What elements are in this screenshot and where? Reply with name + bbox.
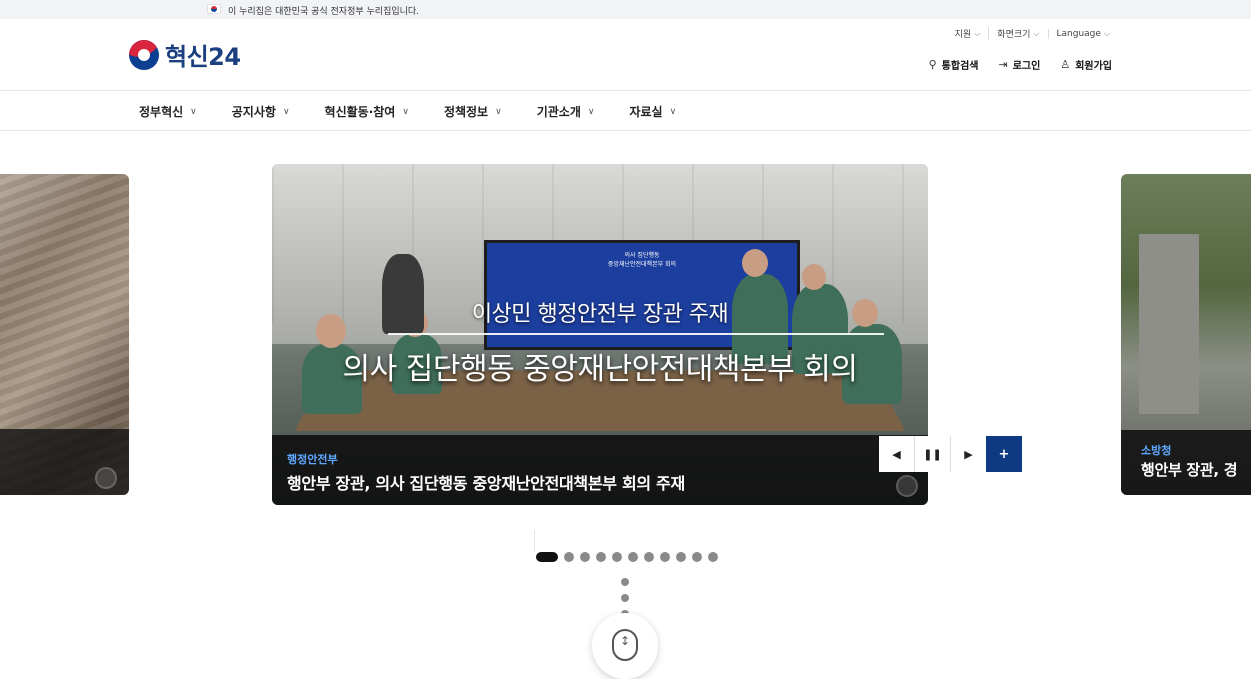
watermark-icon (95, 467, 117, 489)
korea-flag-icon (207, 4, 221, 14)
watermark-icon (896, 475, 918, 497)
pagination-dot[interactable] (660, 552, 670, 562)
util-language-label: Language (1056, 28, 1101, 39)
nav-item-activities[interactable]: 혁신활동·참여 ∨ (325, 103, 409, 120)
logo-text: 혁신24 (165, 43, 241, 71)
signup-button[interactable]: ♙ 회원가입 (1060, 57, 1112, 72)
slide-agency: 소방청 (1141, 444, 1172, 457)
login-label: 로그인 (1012, 61, 1041, 72)
carousel-slide-prev[interactable] (0, 174, 129, 495)
login-button[interactable]: ⇥ 로그인 (998, 57, 1040, 72)
add-user-icon: ♙ (1060, 58, 1071, 71)
carousel-slide-next[interactable]: 소방청 행안부 장관, 경 (1121, 174, 1251, 495)
pagination-dot[interactable] (596, 552, 606, 562)
chevron-down-icon: ∨ (669, 106, 677, 117)
util-screen-size[interactable]: 화면크기 ⌵ (988, 27, 1047, 40)
nav-item-policy[interactable]: 정책정보 ∨ (444, 103, 502, 120)
slide-title[interactable]: 행안부 장관, 의사 집단행동 중앙재난안전대책본부 회의 주재 (287, 470, 685, 494)
pagination-dot[interactable] (612, 552, 622, 562)
site-header: 혁신24 지원 ⌵ 화면크기 ⌵ Language ⌵ ⚲ 통합검색 ⇥ 로그인 ♙ … (0, 19, 1251, 91)
signup-label: 회원가입 (1075, 61, 1112, 72)
slide-overlay-divider (388, 333, 884, 335)
nav-label: 자료실 (629, 105, 663, 119)
nav-label: 정책정보 (443, 105, 489, 119)
login-icon: ⇥ (998, 58, 1008, 71)
chevron-down-icon: ∨ (282, 106, 290, 117)
scroll-down-button[interactable]: ↕ (592, 613, 658, 679)
slide-caption: 행정안전부 행안부 장관, 의사 집단행동 중앙재난안전대책본부 회의 주재 (272, 435, 928, 505)
pagination-dot[interactable] (708, 552, 718, 562)
main-nav: 정부혁신 ∨ 공지사항 ∨ 혁신활동·참여 ∨ 정책정보 ∨ 기관소개 ∨ 자료실 ∨ (0, 91, 1251, 131)
utility-menu: 지원 ⌵ 화면크기 ⌵ Language ⌵ (947, 27, 1118, 40)
slide-image (1139, 234, 1199, 414)
slide-caption: 소방청 행안부 장관, 경 (1121, 430, 1251, 495)
slide-agency: 행정안전부 (287, 453, 338, 466)
carousel-slide-active[interactable]: 의사 집단행동 중앙재난안전대책본부 회의 이상민 행정안전부 장관 주재 의사… (272, 164, 928, 505)
search-label: 통합검색 (941, 61, 979, 72)
nav-label: 기관소개 (536, 105, 581, 119)
util-screen-size-label: 화면크기 (997, 30, 1031, 40)
chevron-down-icon: ∨ (495, 106, 502, 117)
triangle-left-icon: ◀ (892, 447, 901, 461)
pagination-dot[interactable] (564, 552, 574, 562)
carousel-more-button[interactable]: + (986, 436, 1022, 472)
search-icon: ⚲ (928, 58, 937, 71)
nav-item-about[interactable]: 기관소개 ∨ (537, 103, 595, 120)
gov-emblem-icon (129, 39, 159, 70)
person-head (742, 249, 768, 277)
scroll-dot (621, 594, 629, 602)
news-carousel: 의사 집단행동 중앙재난안전대책본부 회의 이상민 행정안전부 장관 주재 의사… (0, 164, 1251, 509)
nav-item-gov-innovation[interactable]: 정부혁신 ∨ (139, 103, 197, 120)
nav-label: 공지사항 (231, 105, 276, 119)
chevron-down-icon: ∨ (587, 106, 595, 117)
pagination-dot[interactable] (644, 552, 654, 562)
slide-overlay-subtitle: 이상민 행정안전부 장관 주재 (471, 302, 729, 327)
util-language[interactable]: Language ⌵ (1047, 28, 1119, 39)
chevron-down-icon: ∨ (190, 106, 197, 117)
person-head (802, 264, 826, 290)
triangle-right-icon: ▶ (964, 447, 973, 461)
carousel-prev-button[interactable]: ◀ (879, 436, 914, 472)
pause-icon: ❚❚ (923, 447, 942, 461)
scroll-dot (621, 578, 629, 586)
header-actions: ⚲ 통합검색 ⇥ 로그인 ♙ 회원가입 (909, 57, 1112, 72)
nav-label: 혁신활동·참여 (324, 105, 396, 119)
chevron-down-icon: ⌵ (1033, 28, 1040, 38)
pagination-dot-active[interactable] (536, 552, 558, 562)
mouse-scroll-icon: ↕ (612, 629, 638, 661)
pagination-dot[interactable] (580, 552, 590, 562)
chevron-down-icon: ⌵ (974, 28, 981, 38)
chevron-down-icon: ∨ (402, 106, 409, 117)
chevron-down-icon: ⌵ (1103, 28, 1110, 38)
nav-item-archive[interactable]: 자료실 ∨ (629, 103, 676, 120)
carousel-pause-button[interactable]: ❚❚ (914, 436, 950, 472)
util-support[interactable]: 지원 ⌵ (947, 27, 989, 41)
carousel-pagination (536, 552, 724, 562)
nav-label: 정부혁신 (139, 105, 184, 119)
pagination-dot[interactable] (692, 552, 702, 562)
gov-banner: 이 누리집은 대한민국 공식 전자정부 누리집입니다. (0, 0, 1251, 19)
slide-title[interactable]: 행안부 장관, 경 (1141, 459, 1238, 480)
gov-banner-text: 이 누리집은 대한민국 공식 전자정부 누리집입니다. (228, 7, 420, 17)
search-button[interactable]: ⚲ 통합검색 (929, 57, 979, 72)
slide-overlay-title: 의사 집단행동 중앙재난안전대책본부 회의 (342, 352, 858, 387)
pagination-dot[interactable] (676, 552, 686, 562)
pagination-dot[interactable] (628, 552, 638, 562)
util-support-label: 지원 (954, 30, 972, 40)
plus-icon: + (998, 446, 1010, 462)
divider-line (534, 530, 535, 552)
site-logo[interactable]: 혁신24 (129, 37, 241, 72)
nav-item-notices[interactable]: 공지사항 ∨ (232, 103, 290, 120)
carousel-next-button[interactable]: ▶ (950, 436, 986, 472)
